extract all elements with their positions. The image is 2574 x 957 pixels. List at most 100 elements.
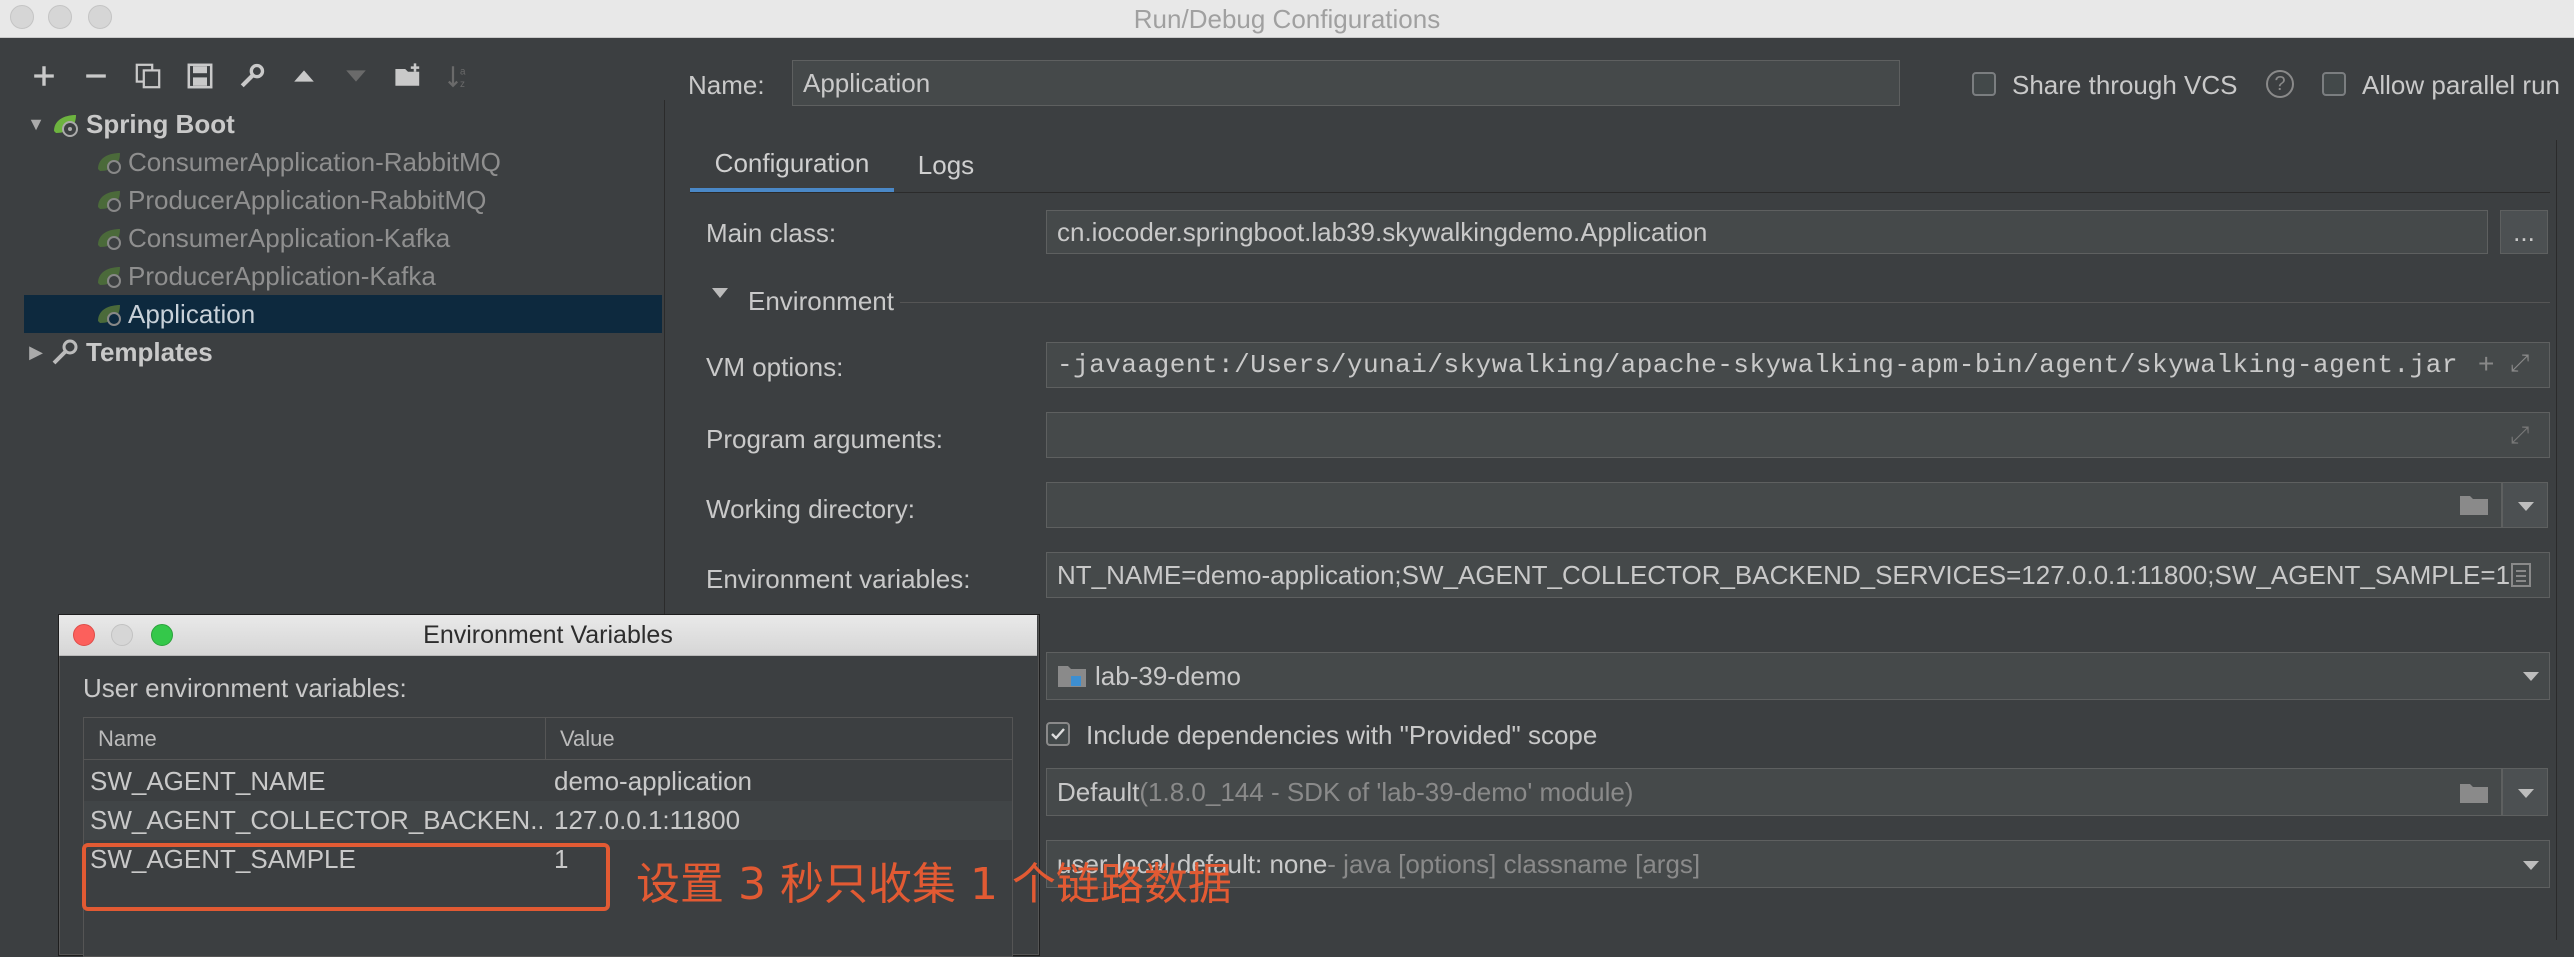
wrench-icon — [52, 339, 78, 365]
working-dir-input[interactable] — [1046, 482, 2502, 528]
vm-options-value: -javaagent:/Users/yunai/skywalking/apach… — [1057, 350, 2458, 380]
add-option-icon[interactable]: + — [2478, 348, 2494, 380]
spring-boot-icon — [54, 115, 78, 137]
move-down-icon[interactable] — [336, 56, 376, 96]
shorten-cmdline-select[interactable]: user-local default: none - java [options… — [1046, 840, 2550, 888]
expand-icon[interactable]: ⤢ — [2510, 350, 2529, 378]
main-class-input[interactable]: cn.iocoder.springboot.lab39.skywalkingde… — [1046, 210, 2488, 254]
tab-logs-label: Logs — [917, 149, 975, 180]
tab-divider — [690, 192, 2550, 193]
main-class-label: Main class: — [706, 218, 837, 248]
window-title: Run/Debug Configurations — [1133, 4, 1441, 34]
move-up-icon[interactable] — [284, 56, 324, 96]
svg-text:z: z — [460, 79, 465, 90]
share-vcs-label: Share through VCS — [2012, 70, 2238, 100]
row-name: SW_AGENT_COLLECTOR_BACKEN... — [90, 805, 542, 835]
jre-dropdown[interactable] — [2502, 768, 2548, 816]
env-vars-value: NT_NAME=demo-application;SW_AGENT_COLLEC… — [1057, 559, 2511, 590]
name-label: Name: — [688, 70, 765, 100]
name-input[interactable]: Application — [792, 60, 1900, 106]
new-folder-icon[interactable] — [388, 56, 428, 96]
remove-icon[interactable] — [76, 56, 116, 96]
tree-item-label: ProducerApplication-Kafka — [128, 260, 436, 291]
module-folder-icon — [1058, 666, 1086, 687]
section-divider — [900, 302, 2550, 303]
dialog-title: Environment Variables — [423, 621, 673, 649]
annotation-highlight-box — [82, 843, 610, 911]
share-vcs-checkbox[interactable] — [1972, 72, 1996, 96]
spring-boot-app-icon — [98, 191, 121, 212]
dialog-title-bar: Environment Variables — [59, 615, 1037, 656]
include-provided-label: Include dependencies with "Provided" sco… — [1086, 720, 1598, 750]
tree-item-label: Application — [128, 298, 256, 329]
tree-item-label: ProducerApplication-RabbitMQ — [128, 184, 487, 215]
expand-arrow-icon[interactable]: ▼ — [24, 114, 48, 135]
program-args-input[interactable] — [1046, 412, 2550, 458]
column-header-value[interactable]: Value — [546, 718, 1012, 760]
expand-icon[interactable]: ⤢ — [2510, 422, 2529, 450]
browse-main-class-button[interactable]: ... — [2500, 210, 2548, 254]
include-provided-checkbox[interactable] — [1046, 722, 1070, 746]
tab-logs[interactable]: Logs — [904, 138, 988, 192]
folder-icon[interactable] — [2458, 780, 2490, 806]
tree-root-label: Spring Boot — [86, 108, 235, 139]
document-icon[interactable] — [2510, 562, 2532, 588]
svg-text:a: a — [460, 67, 466, 78]
table-row[interactable]: SW_AGENT_NAME demo-application — [84, 762, 1012, 801]
jre-detail: (1.8.0_144 - SDK of 'lab-39-demo' module… — [1139, 776, 1634, 807]
tree-item-selected[interactable]: Application — [24, 295, 662, 333]
tree-item[interactable]: ConsumerApplication-RabbitMQ — [24, 143, 662, 181]
row-name: SW_AGENT_NAME — [90, 766, 326, 796]
tree-item[interactable]: ConsumerApplication-Kafka — [24, 219, 662, 257]
name-input-value: Application — [803, 67, 931, 98]
folder-icon[interactable] — [2458, 492, 2490, 518]
tree-templates-label: Templates — [86, 336, 213, 367]
column-header-name[interactable]: Name — [84, 718, 546, 760]
scrollbar[interactable] — [2556, 140, 2569, 940]
section-collapse-icon[interactable] — [712, 288, 728, 298]
chevron-down-icon — [2518, 789, 2534, 798]
row-value: demo-application — [554, 766, 753, 796]
env-vars-input[interactable]: NT_NAME=demo-application;SW_AGENT_COLLEC… — [1046, 552, 2550, 598]
tree-node-templates[interactable]: ▶ Templates — [24, 333, 662, 371]
spring-boot-app-icon — [98, 229, 121, 250]
tree-item[interactable]: ProducerApplication-Kafka — [24, 257, 662, 295]
table-row[interactable]: SW_AGENT_COLLECTOR_BACKEN... 127.0.0.1:1… — [84, 801, 1012, 840]
column-name-label: Name — [98, 725, 157, 751]
shorten-detail: - java [options] classname [args] — [1327, 848, 1701, 879]
sort-icon[interactable]: az — [440, 56, 480, 96]
jre-value: Default — [1057, 776, 1140, 807]
browse-button-label: ... — [2513, 216, 2535, 247]
chevron-down-icon — [2523, 861, 2539, 870]
collapse-arrow-icon[interactable]: ▶ — [24, 342, 48, 363]
tab-configuration-label: Configuration — [714, 147, 870, 178]
chevron-down-icon — [2518, 502, 2534, 511]
save-icon[interactable] — [180, 56, 220, 96]
spring-boot-app-icon — [98, 305, 121, 326]
tree-node-spring-boot[interactable]: ▼ Spring Boot — [24, 105, 662, 143]
add-icon[interactable] — [24, 56, 64, 96]
copy-icon[interactable] — [128, 56, 168, 96]
wrench-icon[interactable] — [232, 56, 272, 96]
tree-item-label: ConsumerApplication-Kafka — [128, 222, 451, 253]
module-select[interactable]: lab-39-demo — [1046, 652, 2550, 700]
tree-item[interactable]: ProducerApplication-RabbitMQ — [24, 181, 662, 219]
allow-parallel-label: Allow parallel run — [2362, 70, 2560, 100]
env-vars-table: Name Value SW_AGENT_NAME demo-applicatio… — [83, 717, 1013, 957]
allow-parallel-checkbox[interactable] — [2322, 72, 2346, 96]
vm-options-input[interactable]: -javaagent:/Users/yunai/skywalking/apach… — [1046, 342, 2550, 388]
column-value-label: Value — [560, 725, 615, 751]
jre-select[interactable]: Default (1.8.0_144 - SDK of 'lab-39-demo… — [1046, 768, 2502, 816]
working-dir-label: Working directory: — [706, 494, 916, 524]
tab-configuration[interactable]: Configuration — [690, 138, 894, 192]
program-args-label: Program arguments: — [706, 424, 943, 454]
module-value: lab-39-demo — [1095, 660, 1241, 691]
spring-boot-app-icon — [98, 153, 121, 174]
window-title-bar: Run/Debug Configurations — [0, 0, 2574, 38]
main-class-value: cn.iocoder.springboot.lab39.skywalkingde… — [1057, 216, 1708, 247]
help-icon[interactable]: ? — [2266, 70, 2294, 98]
environment-section-title: Environment — [748, 286, 894, 316]
spring-boot-app-icon — [98, 267, 121, 288]
working-dir-dropdown[interactable] — [2502, 482, 2548, 528]
env-vars-label: Environment variables: — [706, 564, 971, 594]
